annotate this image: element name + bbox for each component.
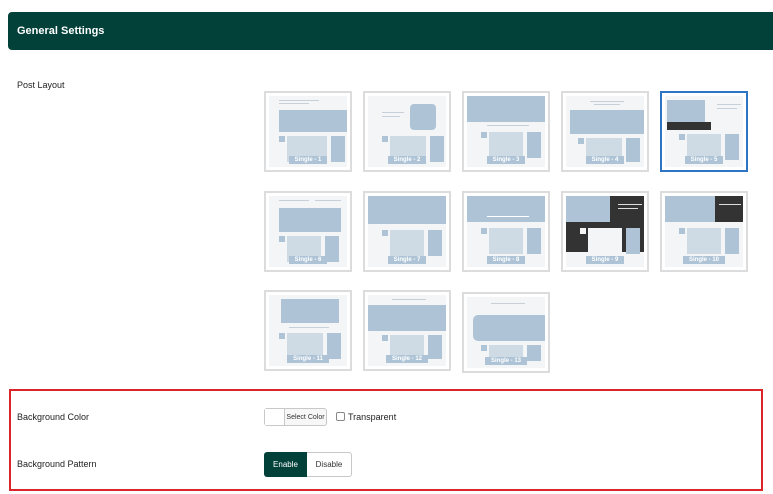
layout-option-single-2[interactable]: Single - 2 xyxy=(363,91,451,172)
layout-caption: Single - 1 xyxy=(288,156,328,164)
pattern-enable-button[interactable]: Enable xyxy=(264,452,307,477)
layout-option-single-1[interactable]: Single - 1 xyxy=(264,91,352,172)
layout-caption: Single - 9 xyxy=(585,256,625,264)
layout-option-single-12[interactable]: Single - 12 xyxy=(363,290,451,371)
transparent-label: Transparent xyxy=(348,412,397,422)
layout-option-single-4[interactable]: Single - 4 xyxy=(561,91,649,172)
layout-option-single-11[interactable]: Single - 11 xyxy=(264,290,352,371)
layout-option-single-5[interactable]: Single - 5 xyxy=(660,91,748,172)
settings-header: General Settings xyxy=(8,12,773,50)
layout-option-single-13[interactable]: Single - 13 xyxy=(462,292,550,373)
layout-caption: Single - 12 xyxy=(385,355,428,363)
layout-option-single-9[interactable]: Single - 9 xyxy=(561,191,649,272)
layout-option-single-7[interactable]: Single - 7 xyxy=(363,191,451,272)
layout-caption: Single - 7 xyxy=(387,256,427,264)
layout-caption: Single - 3 xyxy=(486,156,526,164)
layout-caption: Single - 10 xyxy=(682,256,725,264)
layout-caption: Single - 11 xyxy=(287,355,329,363)
post-layout-label: Post Layout xyxy=(17,80,65,90)
select-color-label: Select Color xyxy=(286,413,325,421)
layout-caption: Single - 8 xyxy=(486,256,526,264)
layout-option-single-8[interactable]: Single - 8 xyxy=(462,191,550,272)
transparent-checkbox[interactable] xyxy=(336,412,345,421)
layout-caption: Single - 6 xyxy=(288,256,328,264)
layout-caption: Single - 5 xyxy=(684,156,724,164)
layout-caption: Single - 2 xyxy=(387,156,427,164)
settings-title: General Settings xyxy=(17,25,105,37)
layout-caption: Single - 13 xyxy=(484,357,527,365)
pattern-disable-button[interactable]: Disable xyxy=(307,452,352,477)
color-swatch xyxy=(265,409,285,425)
background-pattern-label: Background Pattern xyxy=(17,459,97,469)
background-settings-panel xyxy=(9,389,763,491)
layout-caption: Single - 4 xyxy=(585,156,625,164)
layout-option-single-10[interactable]: Single - 10 xyxy=(660,191,748,272)
background-color-label: Background Color xyxy=(17,412,90,422)
select-color-button[interactable]: Select Color xyxy=(264,408,327,426)
layout-option-single-6[interactable]: Single - 6 xyxy=(264,191,352,272)
layout-option-single-3[interactable]: Single - 3 xyxy=(462,91,550,172)
